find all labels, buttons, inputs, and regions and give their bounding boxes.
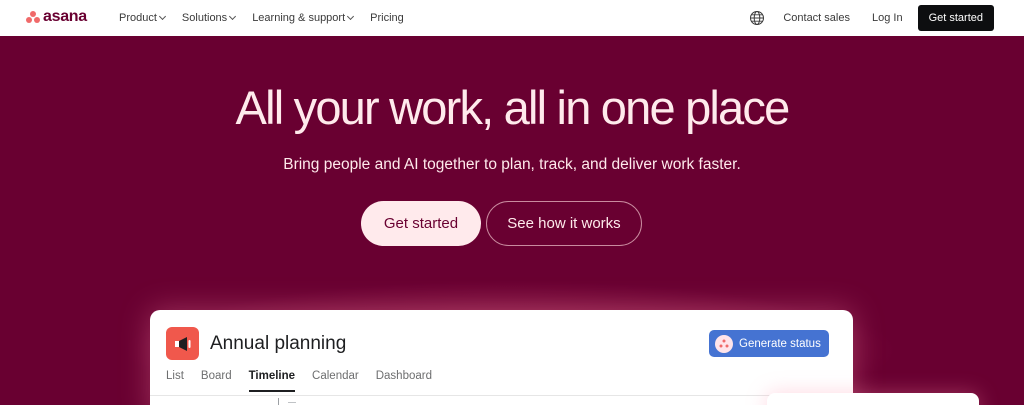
hero-title: All your work, all in one place [235, 81, 791, 134]
contact-sales-link[interactable]: Contact sales [783, 12, 850, 24]
nav-actions: Contact sales Log In Get started [749, 0, 994, 36]
nav-item-pricing[interactable]: Pricing [370, 12, 404, 24]
nav-item-label: Learning & support [252, 12, 346, 24]
chevron-down-icon [229, 12, 237, 21]
ai-sparkle-icon [715, 334, 733, 353]
globe-icon[interactable] [749, 10, 765, 26]
tab-timeline[interactable]: Timeline [248, 370, 296, 392]
nav-item-label: Pricing [370, 12, 404, 24]
generate-status-button[interactable]: Generate status [709, 330, 829, 357]
side-preview-card [767, 393, 979, 405]
nav-item-product[interactable]: Product [119, 12, 166, 24]
tab-board[interactable]: Board [201, 370, 232, 392]
project-tabs: List Board Timeline Calendar Dashboard [166, 370, 449, 392]
megaphone-glyph [174, 336, 190, 351]
nav-item-label: Product [119, 12, 157, 24]
tabs-divider [150, 395, 853, 396]
nav-item-solutions[interactable]: Solutions [181, 12, 237, 24]
tab-dashboard[interactable]: Dashboard [376, 370, 432, 392]
brand-name: asana [43, 8, 87, 25]
top-nav: asana Product Solutions Learning & suppo… [0, 0, 1024, 36]
hero-subtitle: Bring people and AI together to plan, tr… [283, 156, 741, 173]
login-link[interactable]: Log In [872, 12, 903, 24]
tab-calendar[interactable]: Calendar [312, 370, 359, 392]
timeline-marker [278, 398, 279, 405]
generate-status-label: Generate status [739, 337, 821, 350]
nav-get-started-button[interactable]: Get started [917, 5, 994, 31]
nav-item-label: Solutions [181, 12, 228, 24]
brand-logo[interactable]: asana [26, 8, 87, 26]
project-title: Annual planning [210, 333, 347, 354]
product-preview-card: Annual planning Generate status List Boa… [150, 310, 853, 405]
hero-get-started-button[interactable]: Get started [361, 201, 481, 246]
tab-list[interactable]: List [166, 370, 184, 392]
chevron-down-icon [158, 12, 166, 21]
asana-dots-icon [26, 11, 40, 23]
nav-item-learning-support[interactable]: Learning & support [252, 12, 355, 24]
chevron-down-icon [347, 12, 355, 21]
see-how-it-works-button[interactable]: See how it works [486, 201, 642, 246]
megaphone-icon [166, 327, 199, 360]
timeline-line [288, 402, 296, 403]
nav-menu: Product Solutions Learning & support Pri… [119, 0, 421, 36]
